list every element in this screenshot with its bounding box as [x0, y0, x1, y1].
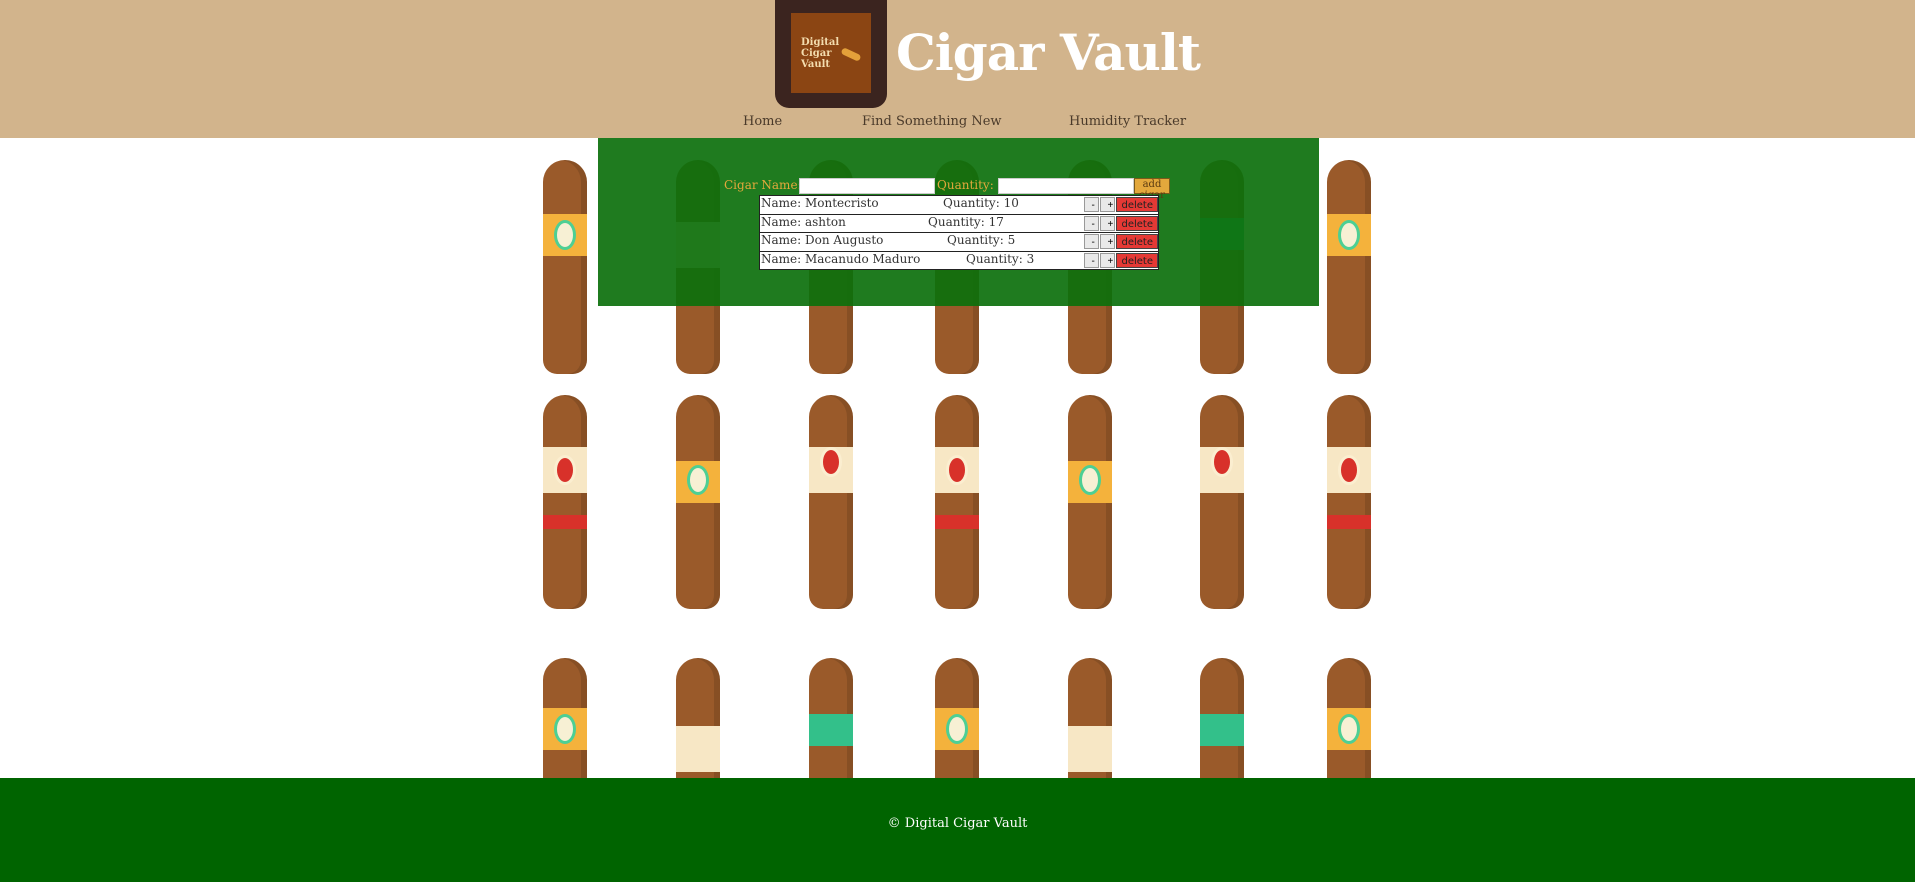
- row-actions: - + delete: [1084, 252, 1158, 268]
- site-header: Digital Cigar Vault Cigar Vault Home Fin…: [0, 0, 1915, 138]
- logo-badge: Digital Cigar Vault: [791, 13, 871, 93]
- nav-home[interactable]: Home: [743, 114, 782, 129]
- quantity-input[interactable]: [998, 178, 1134, 194]
- row-actions: - + delete: [1084, 197, 1158, 212]
- cigar-illustration: [935, 658, 979, 778]
- cigar-illustration: [1327, 160, 1371, 374]
- cigar-name: Name: Don Augusto: [761, 233, 884, 247]
- list-item: Name: Don Augusto Quantity: 5 - + delete: [759, 233, 1159, 252]
- cigar-illustration: [676, 395, 720, 609]
- nav-find-something-new[interactable]: Find Something New: [862, 114, 1002, 129]
- list-item: Name: Montecristo Quantity: 10 - + delet…: [759, 195, 1159, 215]
- cigar-icon: [840, 47, 862, 62]
- row-actions: - + delete: [1084, 234, 1158, 249]
- increment-button[interactable]: +: [1100, 234, 1116, 249]
- cigar-list: Name: Montecristo Quantity: 10 - + delet…: [759, 195, 1159, 270]
- increment-button[interactable]: +: [1100, 197, 1116, 212]
- add-cigar-button[interactable]: add cigar: [1134, 178, 1170, 201]
- row-actions: - + delete: [1084, 215, 1158, 231]
- cigar-quantity: Quantity: 10: [943, 196, 1019, 210]
- delete-button[interactable]: delete: [1116, 197, 1158, 212]
- cigar-illustration: [1200, 395, 1244, 609]
- cigar-quantity: Quantity: 3: [966, 251, 1035, 266]
- cigar-illustration: [543, 160, 587, 374]
- increment-button[interactable]: +: [1100, 252, 1116, 268]
- cigar-illustration: [809, 658, 853, 778]
- copyright-text: © Digital Cigar Vault: [887, 816, 1028, 831]
- cigar-name: Name: ashton: [761, 214, 846, 229]
- logo-text: Digital Cigar Vault: [801, 36, 840, 70]
- site-title: Cigar Vault: [896, 23, 1201, 82]
- list-item: Name: Macanudo Maduro Quantity: 3 - + de…: [759, 251, 1159, 270]
- decrement-button[interactable]: -: [1084, 197, 1100, 212]
- quantity-label: Quantity:: [937, 178, 994, 192]
- cigar-quantity: Quantity: 17: [928, 214, 1004, 229]
- decrement-button[interactable]: -: [1084, 215, 1100, 231]
- main-nav: Home Find Something New Humidity Tracker: [0, 114, 1915, 134]
- cigar-name: Name: Montecristo: [761, 196, 879, 210]
- cigar-quantity: Quantity: 5: [947, 233, 1016, 247]
- increment-button[interactable]: +: [1100, 215, 1116, 231]
- decrement-button[interactable]: -: [1084, 252, 1100, 268]
- cigar-illustration: [809, 395, 853, 609]
- list-item: Name: ashton Quantity: 17 - + delete: [759, 214, 1159, 233]
- cigar-vault-panel: Cigar Name: Quantity: add cigar Name: Mo…: [598, 138, 1319, 306]
- cigar-name-label: Cigar Name:: [724, 178, 802, 192]
- cigar-illustration: [543, 658, 587, 778]
- logo[interactable]: Digital Cigar Vault: [775, 0, 887, 108]
- decrement-button[interactable]: -: [1084, 234, 1100, 249]
- cigar-illustration: [1327, 395, 1371, 609]
- delete-button[interactable]: delete: [1116, 234, 1158, 249]
- cigar-illustration: [1200, 658, 1244, 778]
- cigar-name-input[interactable]: [799, 178, 935, 194]
- delete-button[interactable]: delete: [1116, 215, 1158, 231]
- delete-button[interactable]: delete: [1116, 252, 1158, 268]
- cigar-illustration: [1068, 658, 1112, 778]
- nav-humidity-tracker[interactable]: Humidity Tracker: [1069, 114, 1186, 129]
- cigar-illustration: [935, 395, 979, 609]
- cigar-illustration: [1327, 658, 1371, 778]
- cigar-illustration: [1068, 395, 1112, 609]
- site-footer: © Digital Cigar Vault: [0, 778, 1915, 882]
- cigar-illustration: [543, 395, 587, 609]
- cigar-name: Name: Macanudo Maduro: [761, 251, 921, 266]
- cigar-illustration: [676, 658, 720, 778]
